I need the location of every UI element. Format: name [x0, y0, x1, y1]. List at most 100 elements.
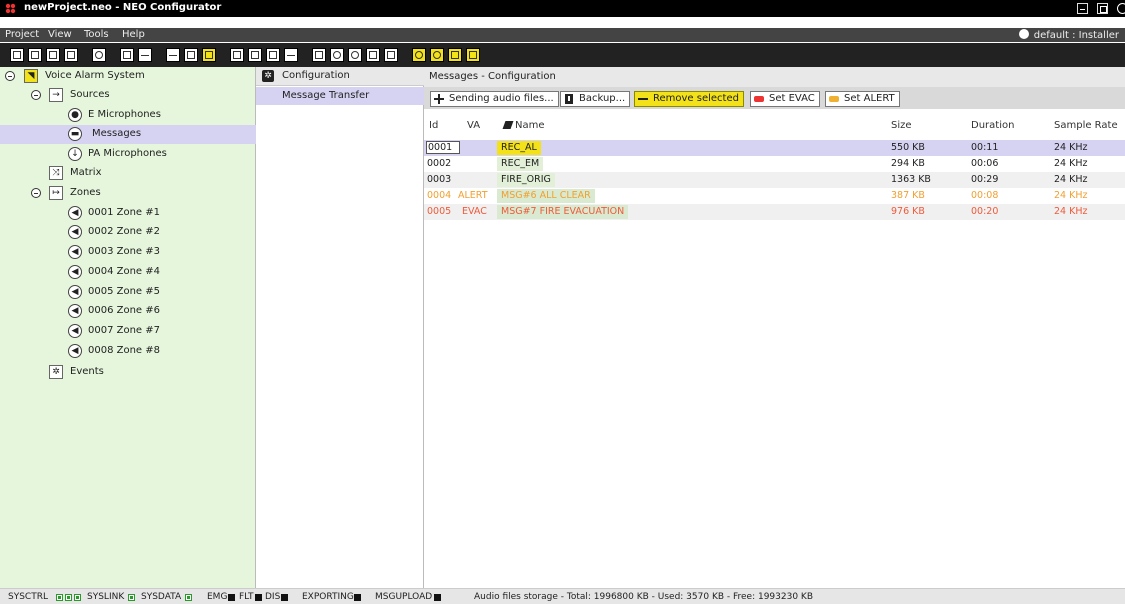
close-button[interactable] [1117, 3, 1125, 14]
storage-info: Audio files storage - Total: 1996800 KB … [474, 592, 813, 602]
tree-item-zone[interactable]: ◀ 0002 Zone #2 [0, 223, 256, 242]
table-row[interactable]: 0001 REC_AL 550 KB 00:11 24 KHz [424, 140, 1125, 156]
name-cell[interactable]: MSG#6 ALL CLEAR [497, 189, 595, 203]
voice-alarm-icon[interactable] [202, 48, 216, 62]
table-row[interactable]: 0005 EVAC MSG#7 FIRE EVACUATION 976 KB 0… [424, 204, 1125, 220]
matrix-icon[interactable] [312, 48, 326, 62]
column-va[interactable]: VA [467, 120, 480, 131]
id-cell: 0003 [427, 174, 452, 185]
output-icon[interactable] [284, 48, 298, 62]
tree-item-pa-microphones[interactable]: ↓ PA Microphones [0, 145, 256, 164]
menu-view[interactable]: View [48, 29, 72, 40]
zones-icon[interactable] [366, 48, 380, 62]
tree-item-zones[interactable]: ↦ Zones [0, 184, 256, 203]
column-name[interactable]: Name [502, 120, 545, 131]
open-file-icon[interactable] [28, 48, 42, 62]
maximize-button[interactable] [1097, 3, 1108, 14]
app-logo-icon [5, 3, 16, 14]
message-icon[interactable] [230, 48, 244, 62]
tree-item-events[interactable]: ✲ Events [0, 363, 256, 382]
collapse-icon[interactable] [31, 90, 41, 100]
sample-rate-cell: 24 KHz [1054, 158, 1088, 169]
messages-icon[interactable] [348, 48, 362, 62]
column-id[interactable]: Id [429, 120, 438, 131]
tree-item-zone[interactable]: ◀ 0003 Zone #3 [0, 243, 256, 262]
tree-item-zone[interactable]: ◀ 0004 Zone #4 [0, 263, 256, 282]
status-flt: FLT [239, 592, 254, 602]
tree-item-matrix[interactable]: ⤨ Matrix [0, 164, 256, 183]
tree-item-zone[interactable]: ◀ 0005 Zone #5 [0, 283, 256, 302]
name-cell[interactable]: REC_EM [497, 157, 544, 171]
source-messages-icon[interactable] [430, 48, 444, 62]
tree-item-sources[interactable]: → Sources [0, 86, 256, 105]
speaker-icon: ◀ [68, 285, 82, 299]
id-cell[interactable]: 0001 [426, 141, 460, 154]
tree-item-zone[interactable]: ◀ 0006 Zone #6 [0, 302, 256, 321]
tree-item-messages[interactable]: ▬ Messages [0, 125, 256, 144]
table-row[interactable]: 0004 ALERT MSG#6 ALL CLEAR 387 KB 00:08 … [424, 188, 1125, 204]
tree-item-zone[interactable]: ◀ 0008 Zone #8 [0, 342, 256, 361]
tree-item-zone[interactable]: ◀ 0001 Zone #1 [0, 204, 256, 223]
name-cell[interactable]: MSG#7 FIRE EVACUATION [497, 205, 629, 219]
message-transfer-label: Message Transfer [282, 90, 370, 101]
tree-item-e-microphones[interactable]: ● E Microphones [0, 106, 256, 125]
status-indicator [434, 594, 441, 601]
user-account[interactable]: default : Installer [1018, 29, 1119, 41]
duration-cell: 00:29 [971, 174, 999, 185]
events-icon[interactable] [384, 48, 398, 62]
speaker-icon: ◀ [68, 225, 82, 239]
edit-icon[interactable] [166, 48, 180, 62]
remove-selected-button[interactable]: Remove selected [634, 91, 744, 107]
id-cell: 0002 [427, 158, 452, 169]
device-icon[interactable] [248, 48, 262, 62]
table-row[interactable]: 0002 REC_EM 294 KB 00:06 24 KHz [424, 156, 1125, 172]
microphone-icon: ● [68, 108, 82, 122]
column-duration[interactable]: Duration [971, 120, 1014, 131]
minimize-button[interactable] [1077, 3, 1088, 14]
music-icon[interactable] [184, 48, 198, 62]
menu-tools[interactable]: Tools [84, 29, 109, 40]
name-cell[interactable]: FIRE_ORIG [497, 173, 555, 187]
tree-label: Voice Alarm System [45, 70, 145, 81]
collapse-icon[interactable] [5, 71, 15, 81]
save-icon[interactable] [46, 48, 60, 62]
status-indicator [255, 594, 262, 601]
va-cell: ALERT [458, 190, 488, 201]
table-row[interactable]: 0003 FIRE_ORIG 1363 KB 00:29 24 KHz [424, 172, 1125, 188]
set-alert-button[interactable]: Set ALERT [825, 91, 900, 107]
status-indicator [56, 594, 63, 601]
backup-button[interactable]: Backup... [560, 91, 631, 107]
tree-label: 0007 Zone #7 [88, 325, 161, 336]
new-file-icon[interactable] [10, 48, 24, 62]
search-icon[interactable] [92, 48, 106, 62]
menu-help[interactable]: Help [122, 29, 145, 40]
tree-label: 0001 Zone #1 [88, 207, 161, 218]
message-transfer-item[interactable]: Message Transfer [256, 87, 424, 105]
microphone-icon[interactable] [330, 48, 344, 62]
tree-view-icon[interactable] [120, 48, 134, 62]
source-mic-icon[interactable] [412, 48, 426, 62]
input-icon[interactable] [266, 48, 280, 62]
set-evac-button[interactable]: Set EVAC [750, 91, 820, 107]
tree-item-voice-alarm-system[interactable]: ◥ Voice Alarm System [0, 67, 256, 86]
status-bar: SYSCTRL SYSLINK SYSDATA EMG FLT DIS EXPO… [0, 588, 1125, 604]
column-sample-rate[interactable]: Sample Rate [1054, 120, 1118, 131]
status-syslink: SYSLINK [87, 592, 125, 602]
tree-item-zone[interactable]: ◀ 0007 Zone #7 [0, 322, 256, 341]
list-view-icon[interactable] [138, 48, 152, 62]
speaker-icon: ◀ [68, 344, 82, 358]
name-cell[interactable]: REC_AL [497, 141, 541, 155]
user-label: default : Installer [1033, 30, 1119, 41]
column-size[interactable]: Size [891, 120, 912, 131]
source-events-icon[interactable] [466, 48, 480, 62]
tree-label: Messages [92, 128, 142, 139]
collapse-icon[interactable] [31, 188, 41, 198]
configuration-title: Configuration [282, 70, 350, 81]
tree-label: Sources [70, 89, 110, 100]
source-zone-icon[interactable] [448, 48, 462, 62]
plus-icon [434, 94, 444, 104]
save-as-icon[interactable] [64, 48, 78, 62]
sending-audio-files-button[interactable]: Sending audio files... [430, 91, 559, 107]
minus-icon [638, 98, 648, 100]
menu-project[interactable]: Project [5, 29, 39, 40]
